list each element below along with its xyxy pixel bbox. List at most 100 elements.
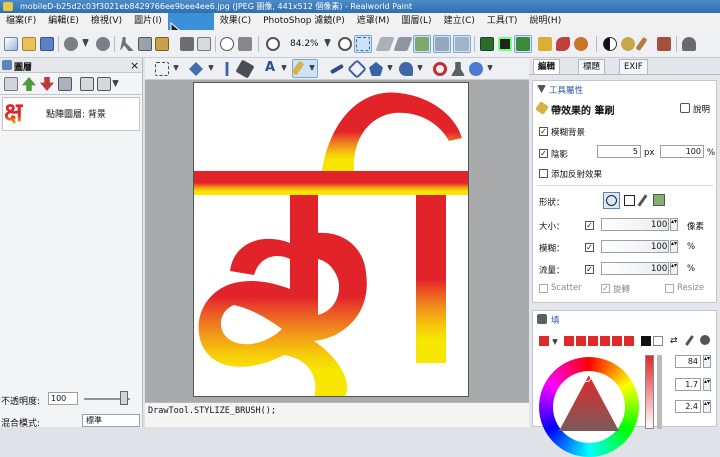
blur-spinner[interactable]: ▴▾	[670, 240, 678, 253]
menu-effects[interactable]: 效果(C)	[214, 13, 257, 30]
collapse-icon[interactable]	[537, 85, 546, 93]
palette-swatch-2[interactable]	[576, 336, 586, 346]
image-canvas[interactable]	[193, 82, 469, 397]
menu-photoshop-filters[interactable]: PhotoShop 濾鏡(P)	[257, 13, 351, 30]
opacity-slider-thumb[interactable]	[120, 391, 128, 405]
contrast-icon[interactable]	[603, 37, 617, 51]
pencil-icon[interactable]	[635, 36, 648, 52]
crop-icon[interactable]	[180, 37, 194, 51]
text-tool-icon[interactable]: A	[265, 60, 275, 75]
wand-icon[interactable]	[225, 62, 229, 76]
polygon-tool-icon[interactable]	[369, 62, 383, 76]
fill-color-swatch[interactable]	[539, 336, 549, 346]
pen-shape-icon[interactable]	[637, 194, 648, 207]
fill-value-3-input[interactable]: 2.4	[675, 400, 701, 413]
zoom-out-icon[interactable]	[266, 37, 280, 51]
rect-select-icon[interactable]	[155, 62, 169, 76]
close-icon[interactable]: ×	[130, 59, 139, 72]
image-icon-b[interactable]	[498, 37, 512, 51]
shape-dropdown-icon[interactable]	[387, 65, 393, 71]
effect-tool-icon[interactable]	[469, 62, 483, 76]
shape-tool-icon[interactable]	[347, 59, 367, 79]
fill-tool-icon[interactable]	[399, 62, 413, 76]
dropdown-arrow-icon[interactable]	[82, 39, 89, 47]
open-folder-icon[interactable]	[22, 37, 36, 51]
square-shape-icon[interactable]	[624, 195, 635, 206]
palette-swatch-5[interactable]	[612, 336, 622, 346]
redo-icon[interactable]	[96, 37, 110, 51]
palette-swatch-1[interactable]	[564, 336, 574, 346]
effect-icon-a[interactable]	[538, 37, 552, 51]
flow-pressure-checkbox[interactable]: ✓	[585, 265, 594, 274]
fill-value-1-input[interactable]: 84	[675, 355, 701, 368]
size-spinner[interactable]: ▴▾	[670, 218, 678, 231]
layer-menu-icon[interactable]	[97, 77, 111, 91]
scatter-checkbox[interactable]	[539, 284, 548, 293]
opacity-input[interactable]: 100	[48, 392, 78, 405]
move-dropdown-icon[interactable]	[208, 65, 214, 71]
shadow-size-input[interactable]: 5	[597, 145, 641, 158]
image-shape-icon[interactable]	[653, 194, 665, 206]
palette-swatch-white[interactable]	[653, 336, 663, 346]
effect-icon-c[interactable]	[574, 37, 588, 51]
rotate-checkbox[interactable]: ✓	[601, 284, 610, 293]
fill-color-dropdown-icon[interactable]	[552, 339, 558, 345]
saturation-bar[interactable]	[645, 355, 654, 429]
zoom-level[interactable]: 84.2%	[290, 39, 319, 49]
duplicate-icon[interactable]	[197, 37, 211, 51]
new-layer-icon[interactable]	[4, 77, 18, 91]
size-pressure-checkbox[interactable]: ✓	[585, 221, 594, 230]
menu-layers[interactable]: 圖層(L)	[396, 13, 438, 30]
menu-create[interactable]: 建立(C)	[438, 13, 481, 30]
size-value[interactable]: 100	[651, 220, 667, 230]
flow-spinner[interactable]: ▴▾	[670, 262, 678, 275]
move-tool-icon[interactable]	[189, 62, 203, 76]
menu-tools[interactable]: 工具(T)	[481, 13, 524, 30]
menu-file[interactable]: 檔案(F)	[0, 13, 42, 30]
color-triangle-marker[interactable]	[583, 374, 591, 382]
zoom-in-icon[interactable]	[338, 37, 352, 51]
menu-image[interactable]: 圖片(I)	[128, 13, 168, 30]
color-picker-icon[interactable]	[685, 335, 694, 346]
fill-value-1-spinner[interactable]: ▴▾	[703, 355, 711, 368]
paste-icon[interactable]	[155, 37, 169, 51]
image-icon-a[interactable]	[480, 37, 494, 51]
select-dropdown-icon[interactable]	[173, 65, 179, 71]
tab-title[interactable]: 標題	[578, 59, 606, 74]
blur-pressure-checkbox[interactable]: ✓	[585, 243, 594, 252]
fill-value-2-input[interactable]: 1.7	[675, 378, 701, 391]
blur-value[interactable]: 100	[651, 242, 667, 252]
swap-colors-icon[interactable]: ⇄	[670, 336, 680, 346]
lasso-icon[interactable]	[220, 37, 234, 51]
menu-view[interactable]: 檢視(V)	[85, 13, 128, 30]
help-hand-icon[interactable]	[680, 103, 690, 113]
fill-value-2-spinner[interactable]: ▴▾	[703, 378, 711, 391]
user-icon[interactable]	[682, 37, 696, 51]
palette-swatch-3[interactable]	[588, 336, 598, 346]
text-dropdown-icon[interactable]	[281, 65, 287, 71]
effect-icon-b[interactable]	[556, 37, 570, 51]
brush-icon[interactable]	[657, 37, 671, 51]
effect-dropdown-icon[interactable]	[487, 65, 493, 71]
cut-icon[interactable]	[120, 37, 134, 51]
palette-swatch-6[interactable]	[624, 336, 634, 346]
tab-exif[interactable]: EXIF	[619, 59, 648, 74]
moon-icon[interactable]	[621, 37, 635, 51]
copy-icon[interactable]	[138, 37, 152, 51]
zoom-dropdown-icon[interactable]	[324, 39, 331, 47]
transform-icon[interactable]	[238, 37, 252, 51]
menu-help[interactable]: 說明(H)	[523, 13, 567, 30]
menu-edit[interactable]: 編輯(E)	[42, 13, 85, 30]
blend-mode-select[interactable]: 標準	[82, 414, 140, 427]
fill-value-3-spinner[interactable]: ▴▾	[703, 400, 711, 413]
line-tool-icon[interactable]	[329, 63, 345, 75]
tab-edit[interactable]: 編輯	[533, 59, 561, 74]
fill-dropdown-icon[interactable]	[417, 65, 423, 71]
resize-checkbox[interactable]	[665, 284, 674, 293]
color-options-icon[interactable]	[700, 335, 710, 345]
menu-mask[interactable]: 遮罩(M)	[351, 13, 396, 30]
undo-icon[interactable]	[64, 37, 78, 51]
eyedropper-icon[interactable]	[235, 59, 255, 79]
stamp-icon[interactable]	[451, 62, 465, 76]
reflection-checkbox[interactable]	[539, 169, 548, 178]
